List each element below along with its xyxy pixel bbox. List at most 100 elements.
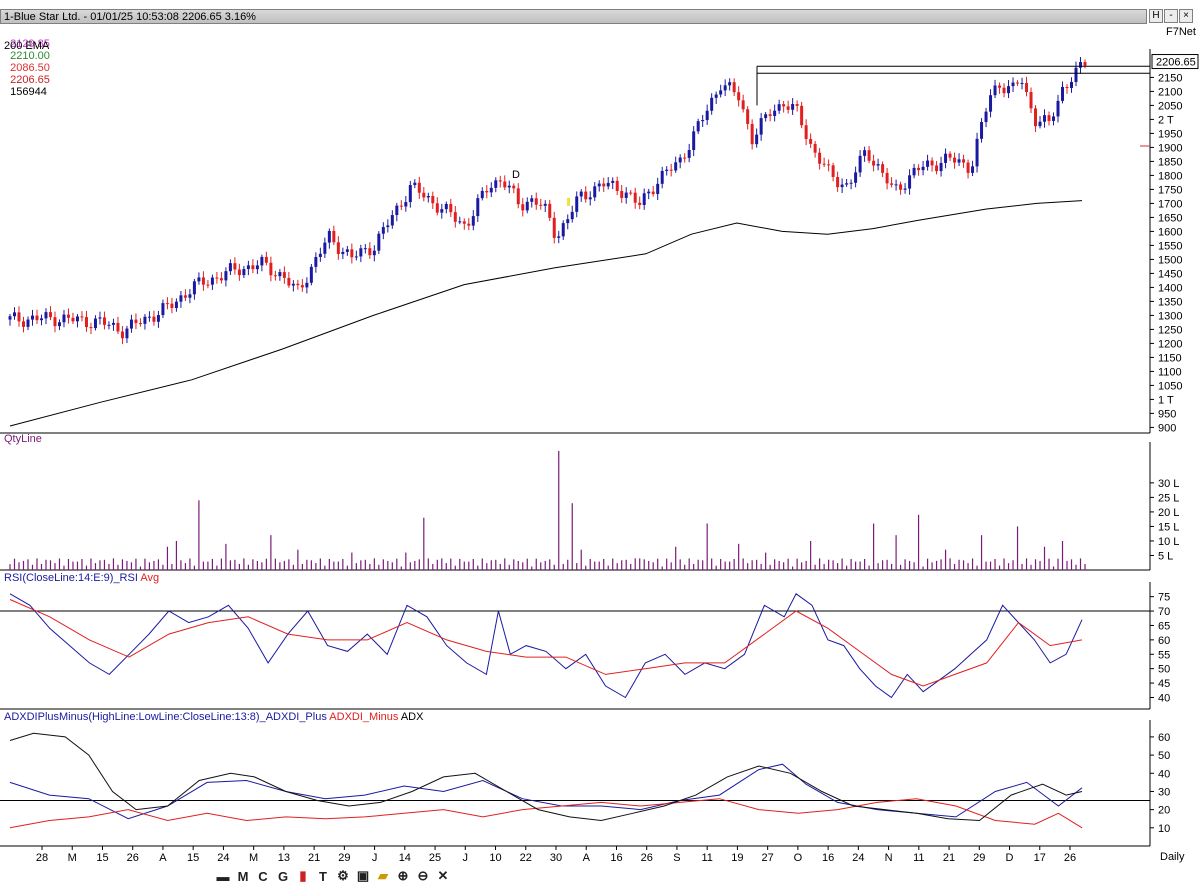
candle-body [161,303,165,316]
candle-body [71,317,75,322]
candle-icon[interactable]: ▮ [295,868,311,884]
candle-body [111,322,115,325]
x-tick-label-9: 21 [308,852,320,864]
candle-body [1034,108,1038,127]
x-tick-label-2: 15 [96,852,108,864]
candle-body [1007,86,1011,94]
candle-body [476,198,480,217]
y-tick-label-3-4: 50 [1158,750,1170,762]
y-tick-label-0-17: 1300 [1158,310,1182,322]
x-tick-label-29: 11 [913,852,924,864]
folder-icon[interactable]: ▰ [375,868,391,884]
candle-body [579,191,583,197]
candle-body [543,203,547,206]
y-tick-label-0-18: 1250 [1158,324,1182,336]
candle-body [678,157,682,163]
save-icon[interactable]: ▣ [355,868,371,884]
candle-body [296,283,300,286]
candle-body [269,262,273,276]
x-tick-label-18: A [583,852,591,864]
candle-body [948,153,952,158]
adx-plus-label: ADXDIPlusMinus(HighLine:LowLine:CloseLin… [4,711,327,723]
candle-body [827,164,831,166]
y-tick-label-3-5: 60 [1158,732,1170,744]
candle-body [575,196,579,212]
indicator-line-2-0 [9,593,1083,699]
candle-body [971,166,975,173]
x-tick-label-4: A [159,852,167,864]
candle-body [170,303,174,309]
candle-body [620,191,624,198]
candle-body [777,104,781,111]
toolbar-item-m[interactable]: M [235,868,251,884]
period-label: Daily [1160,851,1185,863]
y-tick-label-0-8: 1750 [1158,184,1182,196]
candle-body [255,265,259,270]
candle-body [732,82,736,93]
candle-body [980,122,984,139]
y-tick-label-0-22: 1050 [1158,380,1182,392]
candle-body [642,193,646,205]
x-tick-label-11: J [372,852,378,864]
candle-body [318,253,322,258]
candle-body [183,295,187,298]
zoom-out-icon[interactable]: ⊖ [415,868,431,884]
candle-body [696,121,700,132]
x-tick-label-31: 29 [973,852,985,864]
y-tick-label-0-2: 2050 [1158,100,1182,112]
y-tick-label-1-3: 20 L [1158,507,1179,519]
candle-body [876,164,880,166]
candle-body [822,163,826,165]
y-tick-label-1-1: 10 L [1158,536,1179,548]
candle-body [1061,86,1065,101]
x-tick-label-33: 17 [1034,852,1046,864]
candle-body [485,190,489,193]
crosshair-icon[interactable]: ▬ [215,868,231,884]
candle-body [291,283,295,286]
candle-body [354,256,358,258]
y-tick-label-2-7: 75 [1158,592,1170,604]
candle-body [125,328,129,339]
candle-body [863,150,867,156]
chart-canvas[interactable]: 2150210020502 T1950190018501800175017001… [0,0,1200,888]
toolbar-item-c[interactable]: C [255,868,271,884]
candle-body [872,160,876,166]
candle-body [426,196,430,198]
candle-body [444,203,448,210]
candle-body [152,316,156,322]
candle-body [935,165,939,172]
fit-icon[interactable]: ✕ [435,868,451,884]
candle-body [278,272,282,277]
candle-body [890,183,894,185]
candle-body [1056,100,1060,117]
candle-body [1065,86,1069,88]
x-tick-label-25: O [794,852,803,864]
qty-panel-label: QtyLine [4,433,42,445]
candle-body [440,209,444,213]
candle-body [363,248,367,250]
candle-body [521,204,525,211]
candle-body [107,324,111,326]
toolbar-item-t[interactable]: T [315,868,331,884]
candle-body [498,180,502,182]
candle-body [512,185,516,189]
candle-body [669,169,673,171]
candle-body [39,318,43,321]
x-tick-label-17: 30 [550,852,562,864]
y-tick-label-0-21: 1100 [1158,366,1182,378]
candle-body [899,184,903,190]
candle-body [737,92,741,101]
candle-body [917,167,921,171]
candle-body [728,82,732,86]
gear-icon[interactable]: ⚙ [335,868,351,884]
toolbar-item-g[interactable]: G [275,868,291,884]
candle-body [372,250,376,256]
candle-body [656,183,660,195]
x-tick-label-0: 28 [36,852,48,864]
candle-body [741,100,745,110]
candle-body [714,94,718,98]
zoom-in-icon[interactable]: ⊕ [395,868,411,884]
candle-body [287,277,291,286]
y-tick-label-0-10: 1650 [1158,212,1182,224]
x-tick-label-7: M [249,852,258,864]
